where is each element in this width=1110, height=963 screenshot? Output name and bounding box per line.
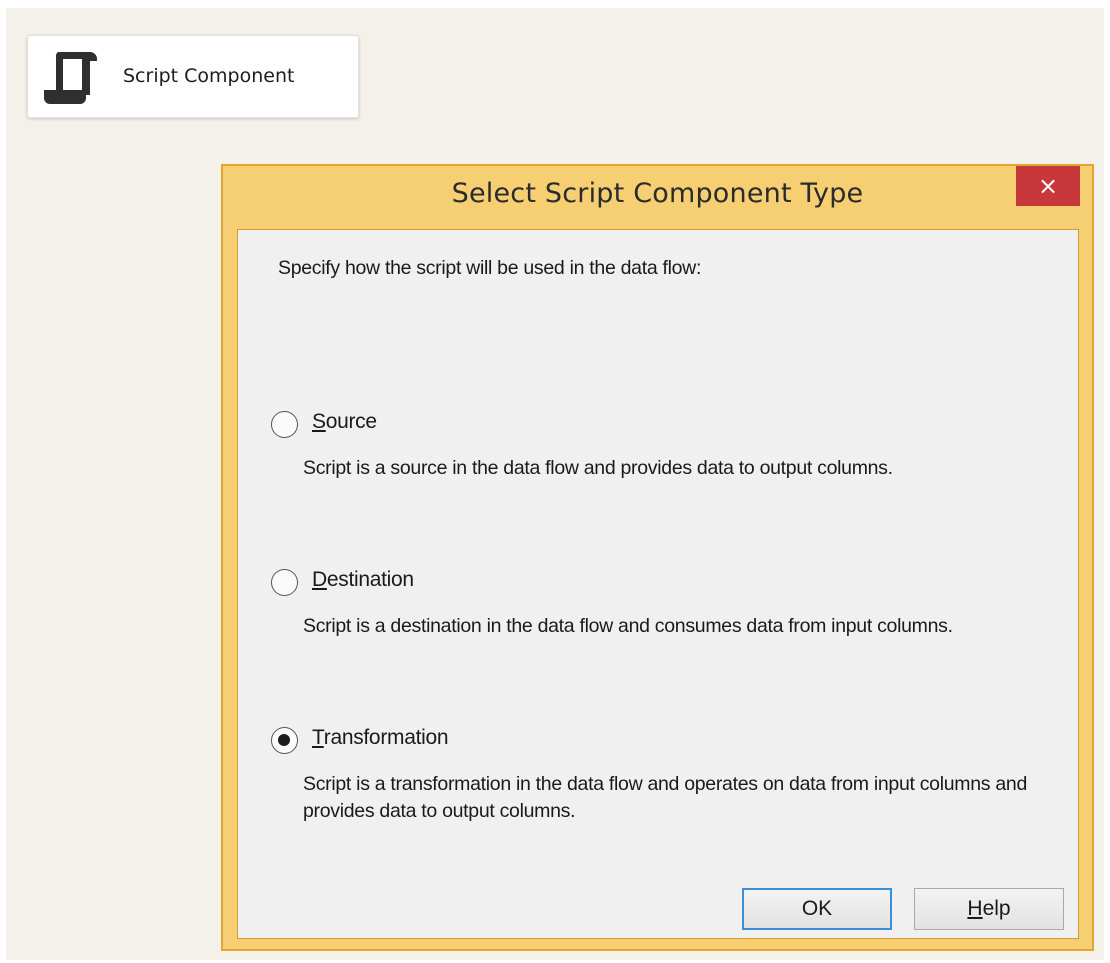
- help-button[interactable]: Help: [914, 888, 1064, 930]
- script-component-label: Script Component: [123, 65, 295, 87]
- transformation-label[interactable]: Transformation: [312, 726, 449, 750]
- destination-label[interactable]: Destination: [312, 568, 414, 592]
- transformation-radio[interactable]: [271, 727, 298, 754]
- destination-description: Script is a destination in the data flow…: [303, 615, 953, 637]
- script-scroll-icon: [44, 52, 97, 104]
- intro-text: Specify how the script will be used in t…: [278, 257, 702, 279]
- source-description: Script is a source in the data flow and …: [303, 457, 893, 479]
- destination-radio[interactable]: [271, 569, 298, 596]
- source-radio[interactable]: [271, 411, 298, 438]
- select-script-component-type-dialog: Select Script Component Type × Specify h…: [221, 164, 1094, 951]
- dialog-body: Specify how the script will be used in t…: [237, 229, 1079, 939]
- transformation-description: Script is a transformation in the data f…: [303, 773, 1027, 822]
- close-button[interactable]: ×: [1016, 166, 1080, 206]
- script-component-card[interactable]: Script Component: [27, 35, 359, 118]
- close-icon: ×: [1037, 172, 1059, 200]
- ok-button[interactable]: OK: [742, 888, 892, 930]
- source-label[interactable]: Source: [312, 410, 377, 434]
- radio-selected-dot: [278, 734, 290, 746]
- dialog-title: Select Script Component Type: [451, 178, 864, 209]
